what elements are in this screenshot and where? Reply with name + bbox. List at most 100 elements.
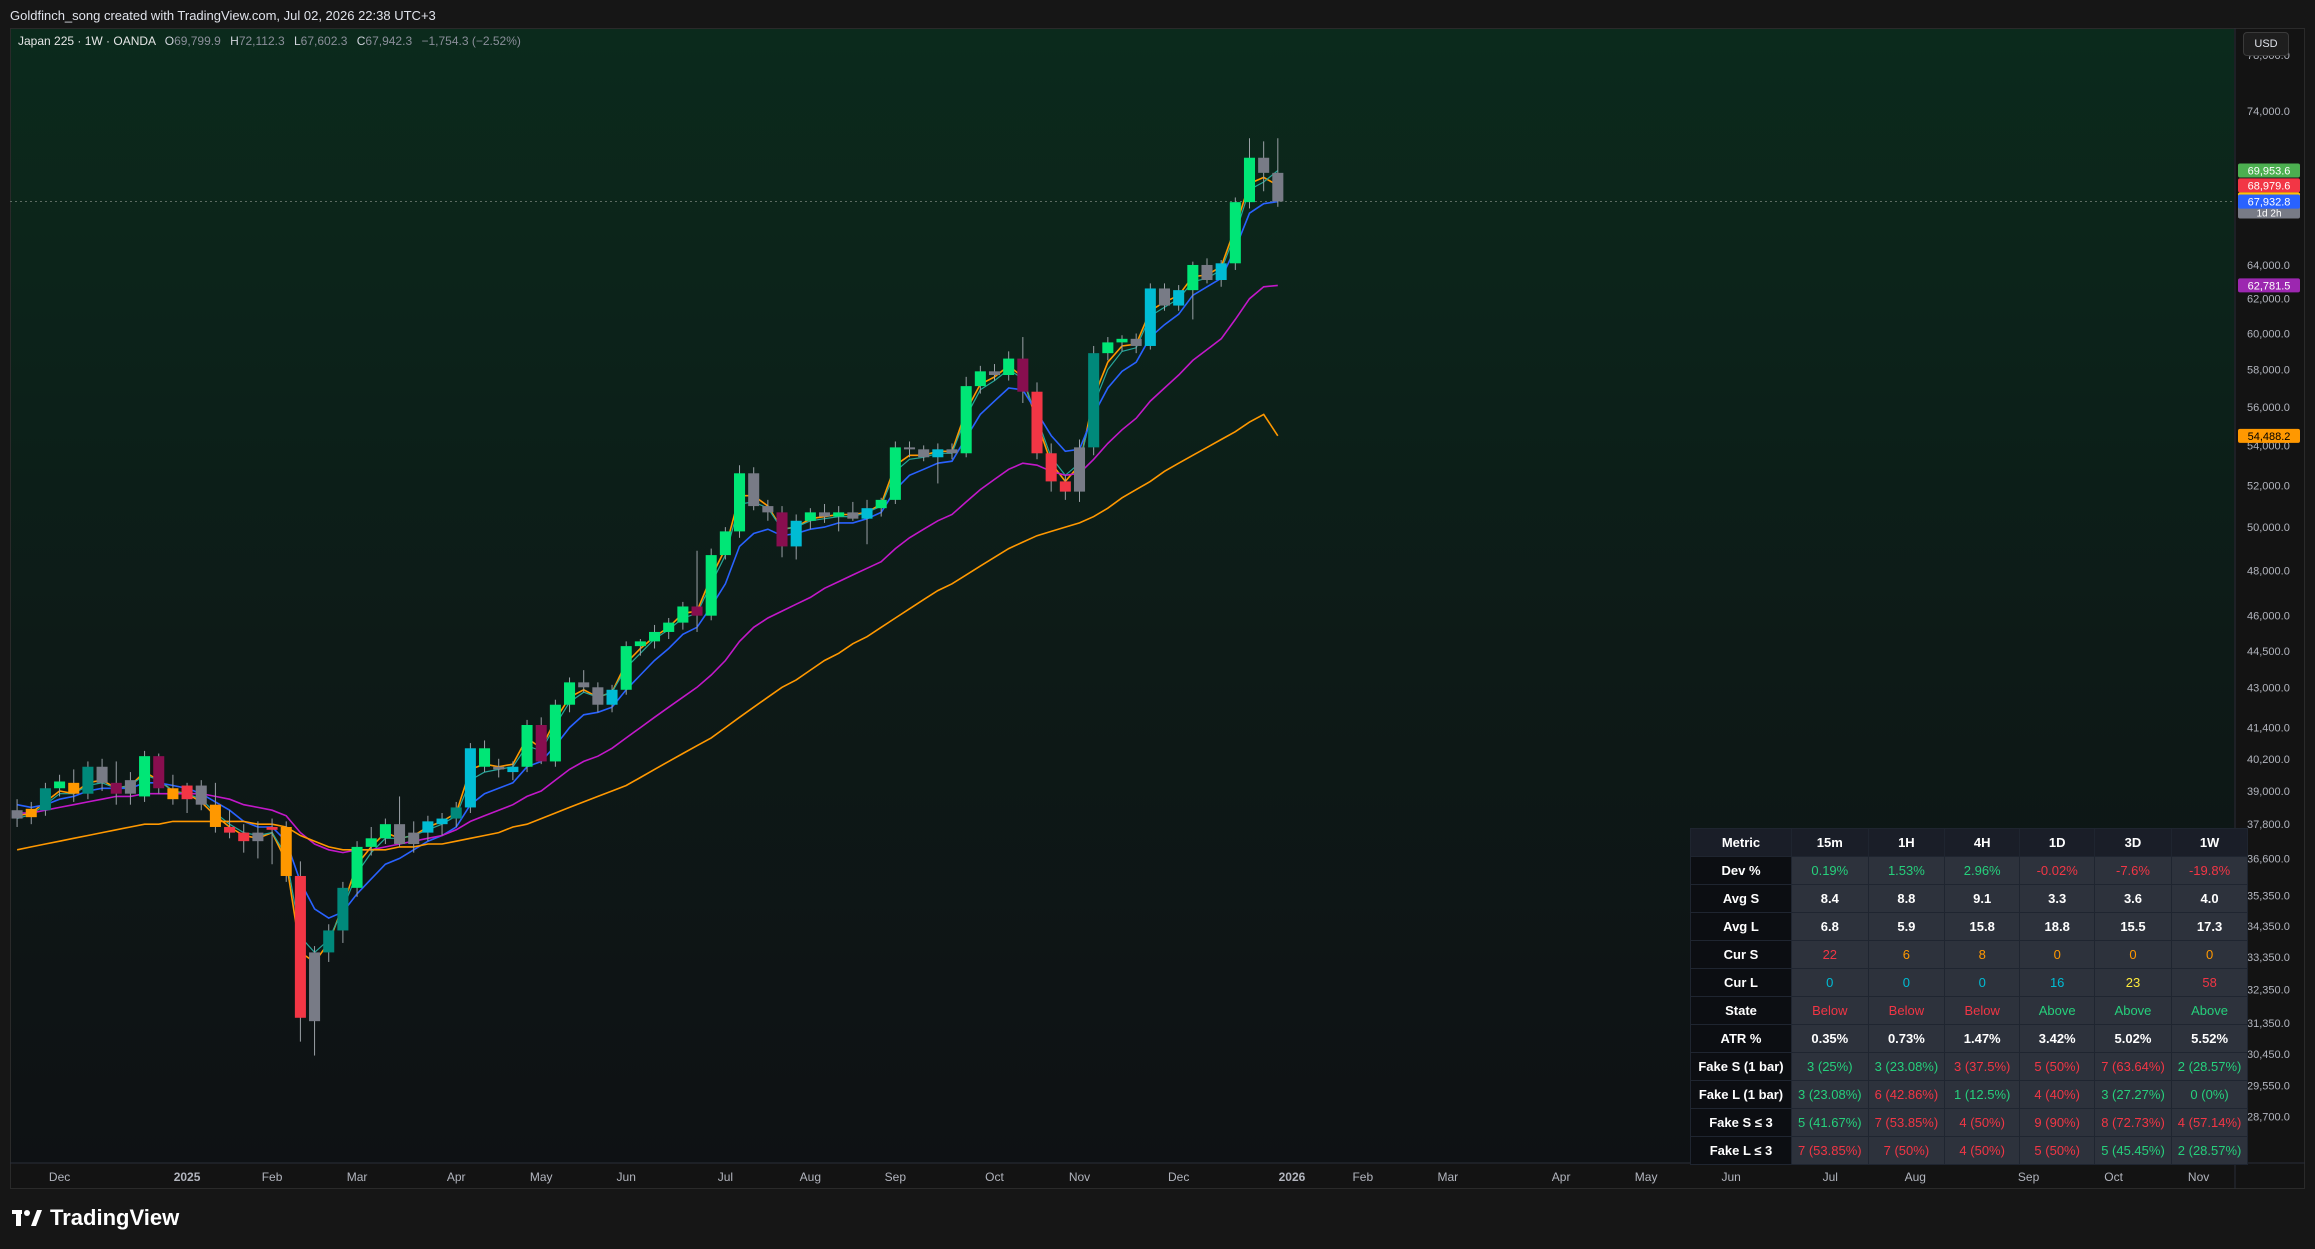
y-tick-label: 74,000.0: [2247, 106, 2290, 118]
y-tick-label: 30,450.0: [2247, 1049, 2290, 1061]
candle-body: [748, 473, 760, 507]
candle-body: [1130, 338, 1142, 346]
bottom-bar: [0, 1189, 2315, 1249]
stats-value-cell: 2 (28.57%): [2170, 1136, 2249, 1165]
x-tick-label: Oct: [2104, 1170, 2123, 1184]
stats-value-cell: 7 (63.64%): [2094, 1052, 2172, 1081]
candle-body: [54, 781, 66, 789]
stats-value-cell: 8.4: [1791, 884, 1869, 913]
candle-body: [11, 810, 23, 819]
stats-metric-label: Cur L: [1690, 968, 1792, 997]
stats-header-cell: 15m: [1791, 828, 1869, 857]
stats-value-cell: 2.96%: [1944, 856, 2021, 885]
x-tick-label: May: [1635, 1170, 1658, 1184]
stats-value-cell: 8: [1944, 940, 2021, 969]
y-tick-label: 64,000.0: [2247, 260, 2290, 272]
stats-header-cell: 3D: [2094, 828, 2172, 857]
candle-body: [464, 748, 476, 808]
candle-body: [1158, 288, 1171, 306]
stats-header-row: Metric 15m 1H 4H 1D 3D 1W: [1690, 828, 2249, 857]
tradingview-logo[interactable]: TradingView: [12, 1205, 179, 1231]
y-tick-label: 29,550.0: [2247, 1081, 2290, 1093]
stats-row: Fake L ≤ 37 (53.85%) 7 (50%) 4 (50%) 5 (50%…: [1690, 1136, 2249, 1165]
currency-button[interactable]: USD: [2243, 32, 2289, 56]
candle-body: [450, 807, 462, 819]
candle-body: [649, 631, 661, 642]
legend-high-label: H: [230, 34, 239, 48]
y-tick-label: 32,350.0: [2247, 985, 2290, 997]
stats-value-cell: 0.19%: [1791, 856, 1869, 885]
x-tick-label: Sep: [2018, 1170, 2040, 1184]
candle-body: [974, 371, 986, 387]
stats-value-cell: 1 (12.5%): [1944, 1080, 2021, 1109]
candle-body: [875, 499, 887, 509]
stats-value-cell: Below: [1867, 996, 1946, 1025]
candle-body: [719, 531, 731, 556]
stats-row: State Below Below Below Above Above Above: [1690, 996, 2249, 1025]
stats-header-cell: 1D: [2019, 828, 2096, 857]
y-tick-label: 41,400.0: [2247, 723, 2290, 735]
legend-low: 67,602.3: [300, 34, 348, 48]
candle-body: [1215, 263, 1227, 281]
stats-value-cell: 1.53%: [1867, 856, 1946, 885]
y-tick-label: 37,800.0: [2247, 819, 2290, 831]
price-tag-label: 54,488.2: [2248, 431, 2291, 443]
stats-value-cell: -0.02%: [2019, 856, 2096, 885]
candle-body: [734, 473, 746, 532]
candle-body: [408, 832, 420, 845]
stats-metric-label: Fake S (1 bar): [1690, 1052, 1792, 1081]
candle-body: [1116, 338, 1128, 343]
stats-metric-label: Dev %: [1690, 856, 1792, 885]
stats-value-cell: 3 (27.27%): [2094, 1080, 2172, 1109]
stats-value-cell: Below: [1944, 996, 2021, 1025]
stats-value-cell: 2 (28.57%): [2170, 1052, 2249, 1081]
candle-body: [818, 512, 831, 517]
stats-value-cell: 0 (0%): [2170, 1080, 2249, 1109]
candle-body: [365, 838, 377, 847]
candle-body: [224, 826, 236, 833]
stats-value-cell: 23: [2094, 968, 2172, 997]
stats-value-cell: 0: [1791, 968, 1869, 997]
stats-value-cell: 7 (53.85%): [1791, 1136, 1869, 1165]
candle-body: [691, 606, 703, 616]
stats-value-cell: 0.35%: [1791, 1024, 1869, 1053]
candle-body: [351, 846, 363, 888]
stats-value-cell: 9.1: [1944, 884, 2021, 913]
legend-high: 72,112.3: [238, 34, 285, 48]
y-tick-label: 33,350.0: [2247, 952, 2290, 964]
x-tick-label: 2025: [174, 1170, 201, 1184]
y-tick-label: 62,000.0: [2247, 294, 2290, 306]
candle-body: [988, 371, 1001, 376]
stats-value-cell: 3 (23.08%): [1867, 1052, 1946, 1081]
y-tick-label: 50,000.0: [2247, 522, 2290, 534]
candle-body: [82, 766, 94, 794]
candle-body: [436, 818, 448, 825]
candle-body: [535, 724, 547, 762]
candle-body: [294, 875, 306, 1018]
x-tick-label: May: [530, 1170, 553, 1184]
candle-body: [918, 449, 930, 458]
stats-value-cell: 15.5: [2094, 912, 2172, 941]
y-tick-label: 34,350.0: [2247, 921, 2290, 933]
candle-body: [266, 826, 278, 830]
legend-open-label: O: [164, 34, 175, 48]
candle-body: [337, 887, 349, 931]
x-tick-label: Feb: [1352, 1170, 1373, 1184]
candle-body: [1229, 202, 1241, 264]
stats-value-cell: 6: [1867, 940, 1946, 969]
stats-metric-label: Fake L ≤ 3: [1690, 1136, 1792, 1165]
stats-value-cell: 7 (50%): [1867, 1136, 1946, 1165]
stats-metric-label: Fake L (1 bar): [1690, 1080, 1792, 1109]
stats-value-cell: 3.42%: [2019, 1024, 2096, 1053]
y-tick-label: 60,000.0: [2247, 329, 2290, 341]
candle-body: [493, 766, 505, 770]
candle-body: [1088, 353, 1100, 448]
stats-header-cell: Metric: [1690, 828, 1792, 857]
legend-symbol[interactable]: Japan 225 · 1W · OANDA: [18, 34, 155, 48]
legend-open: 69,799.9: [174, 34, 221, 48]
candle-body: [705, 555, 717, 616]
stats-value-cell: 0: [1944, 968, 2021, 997]
stats-value-cell: 3 (37.5%): [1944, 1052, 2021, 1081]
y-tick-label: 35,350.0: [2247, 890, 2290, 902]
stats-metric-label: State: [1690, 996, 1792, 1025]
